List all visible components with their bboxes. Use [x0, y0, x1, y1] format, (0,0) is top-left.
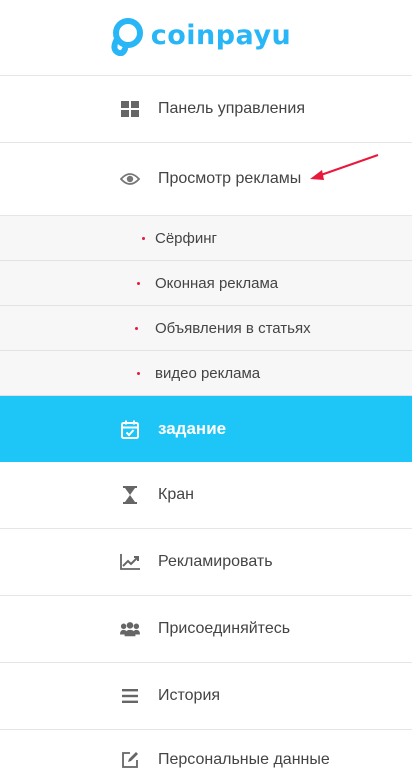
- users-icon: [120, 619, 140, 639]
- hourglass-icon: [120, 485, 140, 505]
- menu-item-history[interactable]: История: [0, 663, 412, 730]
- menu-item-label: Персональные данные: [158, 750, 330, 768]
- menu-item-label: Присоединяйтесь: [158, 620, 291, 637]
- grid-icon: [120, 99, 140, 119]
- menu-item-label: Кран: [158, 486, 194, 503]
- submenu-item-label: видео реклама: [155, 364, 261, 382]
- logo[interactable]: coinpayu: [107, 16, 292, 56]
- menu-item-label: Просмотр рекламы: [158, 170, 302, 187]
- menu-item-label: История: [158, 687, 221, 704]
- submenu-item-surfing[interactable]: Сёрфинг: [0, 216, 412, 261]
- edit-icon: [120, 750, 140, 770]
- submenu-item-article-ads[interactable]: Объявления в статьях: [0, 306, 412, 351]
- submenu-item-label: Оконная реклама: [155, 274, 279, 292]
- bullet-dot: [137, 371, 140, 375]
- menu-item-faucet[interactable]: Кран: [0, 462, 412, 529]
- eye-icon: [120, 169, 140, 189]
- submenu-item-video-ads[interactable]: видео реклама: [0, 351, 412, 396]
- menu-item-dashboard[interactable]: Панель управления: [0, 76, 412, 143]
- submenu-item-label: Сёрфинг: [155, 229, 217, 247]
- calendar-check-icon: [120, 419, 140, 439]
- menu-item-advertise[interactable]: Рекламировать: [0, 529, 412, 596]
- coinpayu-logo-icon: [111, 17, 143, 56]
- menu-item-profile[interactable]: Персональные данные: [0, 730, 412, 778]
- red-arrow-icon: [310, 154, 379, 180]
- bullet-dot: [142, 236, 145, 240]
- header: coinpayu: [0, 0, 412, 76]
- menu-item-referrals[interactable]: Присоединяйтесь: [0, 596, 412, 663]
- menu-item-label: Рекламировать: [158, 553, 273, 570]
- submenu-item-window-ads[interactable]: Оконная реклама: [0, 261, 412, 306]
- bullet-dot: [137, 281, 140, 285]
- page: coinpayu Панель управления Просмотр рекл…: [0, 0, 412, 778]
- chart-line-icon: [120, 552, 140, 572]
- menu-item-label: задание: [158, 419, 227, 438]
- menu-item-label: Панель управления: [158, 100, 305, 117]
- list-icon: [120, 686, 140, 706]
- view-ads-submenu: Сёрфинг Оконная реклама Объявления в ста…: [0, 216, 412, 396]
- bullet-dot: [135, 326, 138, 330]
- menu-item-tasks[interactable]: задание: [0, 396, 412, 462]
- submenu-item-label: Объявления в статьях: [155, 319, 311, 337]
- brand-name: coinpayu: [150, 20, 292, 51]
